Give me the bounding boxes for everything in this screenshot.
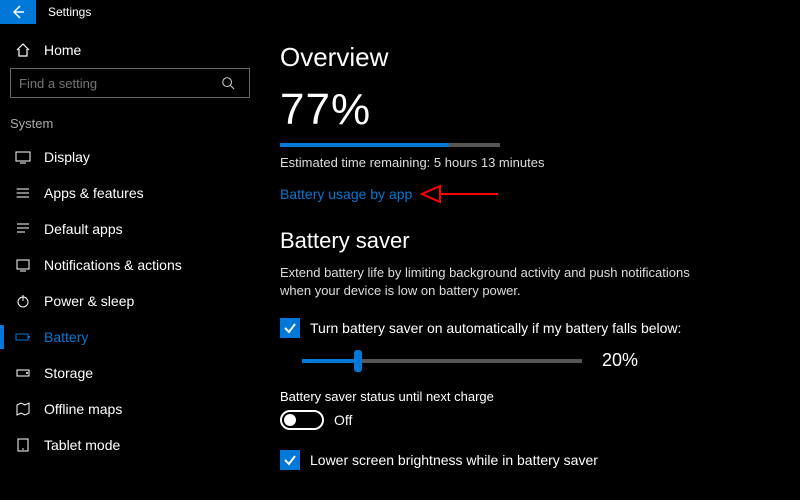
battery-bar-fill	[280, 143, 449, 147]
sidebar-item-label: Apps & features	[44, 185, 144, 201]
default-apps-icon	[12, 221, 34, 237]
sidebar-item-label: Battery	[44, 329, 88, 345]
threshold-slider-fill	[302, 359, 358, 363]
battery-percent: 77%	[280, 85, 776, 135]
search-box[interactable]	[10, 68, 250, 98]
sidebar-home-label: Home	[44, 42, 81, 58]
back-button[interactable]	[0, 0, 36, 24]
sidebar-item-display[interactable]: Display	[0, 139, 260, 175]
main-content: Overview 77% Estimated time remaining: 5…	[260, 24, 800, 500]
maps-icon	[12, 401, 34, 417]
sidebar-item-battery[interactable]: Battery	[0, 319, 260, 355]
saver-toggle-state: Off	[334, 412, 352, 428]
sidebar-item-apps[interactable]: Apps & features	[0, 175, 260, 211]
titlebar: Settings	[0, 0, 800, 24]
threshold-slider[interactable]	[302, 359, 582, 363]
power-icon	[12, 293, 34, 309]
battery-saver-desc: Extend battery life by limiting backgrou…	[280, 264, 700, 300]
notifications-icon	[12, 257, 34, 273]
apps-icon	[12, 185, 34, 201]
battery-icon	[12, 329, 34, 345]
window-title: Settings	[48, 5, 91, 19]
sidebar-item-label: Default apps	[44, 221, 123, 237]
overview-heading: Overview	[280, 42, 776, 73]
display-icon	[12, 149, 34, 165]
sidebar-item-offline-maps[interactable]: Offline maps	[0, 391, 260, 427]
sidebar-item-label: Tablet mode	[44, 437, 120, 453]
sidebar-item-notifications[interactable]: Notifications & actions	[0, 247, 260, 283]
check-icon	[283, 453, 297, 467]
sidebar-item-storage[interactable]: Storage	[0, 355, 260, 391]
sidebar-item-tablet-mode[interactable]: Tablet mode	[0, 427, 260, 463]
auto-on-checkbox[interactable]	[280, 318, 300, 338]
annotation-arrow-icon	[420, 180, 500, 208]
sidebar-item-label: Notifications & actions	[44, 257, 182, 273]
sidebar: Home System Display Apps & features Defa…	[0, 24, 260, 500]
sidebar-item-label: Power & sleep	[44, 293, 134, 309]
search-input[interactable]	[11, 76, 221, 91]
storage-icon	[12, 365, 34, 381]
threshold-value: 20%	[602, 350, 638, 371]
arrow-left-icon	[10, 4, 26, 20]
battery-saver-heading: Battery saver	[280, 228, 776, 254]
saver-status-label: Battery saver status until next charge	[280, 389, 776, 404]
check-icon	[283, 321, 297, 335]
sidebar-item-power-sleep[interactable]: Power & sleep	[0, 283, 260, 319]
saver-toggle[interactable]	[280, 410, 324, 430]
sidebar-item-default-apps[interactable]: Default apps	[0, 211, 260, 247]
battery-bar	[280, 143, 500, 147]
sidebar-section-label: System	[0, 110, 260, 139]
home-icon	[12, 42, 34, 58]
threshold-slider-thumb[interactable]	[354, 350, 362, 372]
toggle-thumb-icon	[284, 414, 296, 426]
sidebar-home[interactable]: Home	[0, 32, 260, 68]
auto-on-label: Turn battery saver on automatically if m…	[310, 320, 681, 336]
sidebar-item-label: Display	[44, 149, 90, 165]
lower-brightness-label: Lower screen brightness while in battery…	[310, 452, 598, 468]
sidebar-item-label: Offline maps	[44, 401, 122, 417]
battery-usage-link[interactable]: Battery usage by app	[280, 186, 412, 202]
tablet-icon	[12, 437, 34, 453]
time-remaining: Estimated time remaining: 5 hours 13 min…	[280, 155, 776, 170]
search-icon	[221, 76, 249, 90]
lower-brightness-checkbox[interactable]	[280, 450, 300, 470]
sidebar-item-label: Storage	[44, 365, 93, 381]
